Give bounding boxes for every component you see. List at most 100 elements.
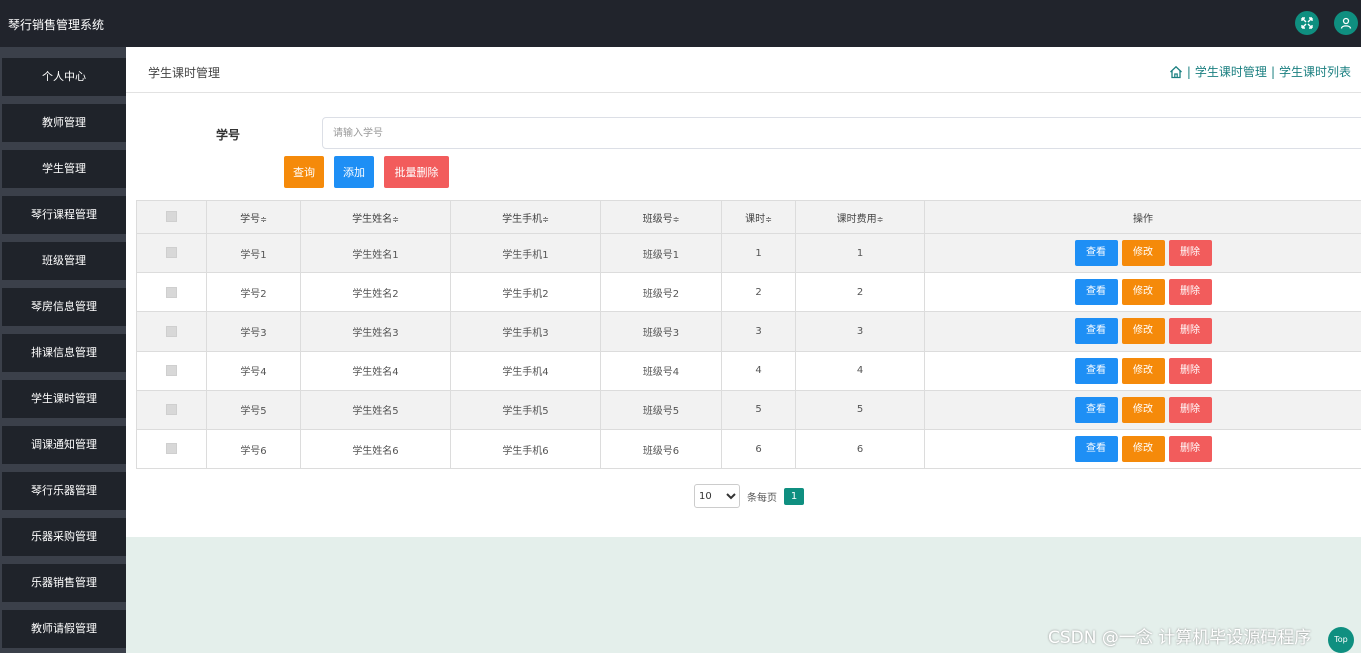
sort-icon[interactable]: ≑ (673, 215, 680, 224)
sidebar-item-purchase[interactable]: 乐器采购管理 (2, 518, 126, 556)
column-header-name[interactable]: 学生姓名≑ (300, 200, 451, 234)
main-content: 学生课时管理 | 学生课时管理 | 学生课时列表 学号 查询 添加 批量删除 学… (126, 47, 1361, 653)
cell-phone: 学生手机1 (450, 232, 601, 274)
cell-name: 学生姓名5 (300, 389, 451, 430)
cell-fee: 4 (795, 350, 925, 391)
select-all-checkbox[interactable] (166, 211, 177, 223)
row-checkbox[interactable] (166, 364, 177, 376)
table-header-row: 学号≑ 学生姓名≑ 学生手机≑ 班级号≑ 课时≑ 课时费用≑ 操作 (136, 200, 1361, 234)
student-no-search-input[interactable] (322, 117, 1361, 149)
select-all-cell (136, 200, 207, 234)
cell-name: 学生姓名2 (300, 272, 451, 313)
sidebar-item-course[interactable]: 琴行课程管理 (2, 196, 126, 234)
edit-button[interactable]: 修改 (1121, 436, 1165, 463)
sidebar-item-piano-room[interactable]: 琴房信息管理 (2, 288, 126, 326)
delete-button[interactable]: 删除 (1168, 357, 1212, 384)
delete-button[interactable]: 删除 (1168, 436, 1212, 463)
cell-name: 学生姓名3 (300, 311, 451, 352)
sidebar-item-student-hours[interactable]: 学生课时管理 (2, 380, 126, 418)
column-header-student-no[interactable]: 学号≑ (206, 200, 301, 234)
cell-student-no: 学号6 (206, 428, 301, 470)
column-header-fee[interactable]: 课时费用≑ (795, 200, 925, 234)
view-button[interactable]: 查看 (1074, 318, 1118, 345)
top-bar: 琴行销售管理系统 (0, 0, 1361, 47)
breadcrumb-separator: | (1270, 64, 1275, 79)
sidebar-item-schedule[interactable]: 排课信息管理 (2, 334, 126, 372)
cell-student-no: 学号2 (206, 272, 301, 313)
column-header-phone[interactable]: 学生手机≑ (450, 200, 601, 234)
pagination: 10 条每页 1 (694, 484, 804, 508)
cell-class-no: 班级号5 (600, 389, 722, 430)
sidebar-item-teacher[interactable]: 教师管理 (2, 104, 126, 142)
edit-button[interactable]: 修改 (1121, 279, 1165, 306)
cell-hours: 6 (721, 428, 796, 470)
sidebar-item-instrument[interactable]: 琴行乐器管理 (2, 472, 126, 510)
cell-student-no: 学号1 (206, 232, 301, 274)
cell-fee: 6 (795, 428, 925, 470)
watermark: CSDN @一念 计算机毕设源码程序 (1048, 628, 1312, 648)
sort-icon[interactable]: ≑ (542, 215, 549, 224)
edit-button[interactable]: 修改 (1121, 357, 1165, 384)
cell-operations: 查看 修改 删除 (924, 272, 1361, 313)
sidebar-item-student[interactable]: 学生管理 (2, 150, 126, 188)
page-size-select[interactable]: 10 (694, 484, 740, 508)
table-row: 学号3 学生姓名3 学生手机3 班级号3 3 3 查看 修改 删除 (136, 311, 1361, 352)
view-button[interactable]: 查看 (1074, 436, 1118, 463)
cell-student-no: 学号3 (206, 311, 301, 352)
edit-button[interactable]: 修改 (1121, 318, 1165, 345)
cell-hours: 3 (721, 311, 796, 352)
edit-button[interactable]: 修改 (1121, 396, 1165, 423)
cell-operations: 查看 修改 删除 (924, 389, 1361, 430)
cell-hours: 1 (721, 232, 796, 274)
search-button[interactable]: 查询 (284, 156, 324, 188)
view-button[interactable]: 查看 (1074, 240, 1118, 267)
cell-name: 学生姓名4 (300, 350, 451, 391)
edit-button[interactable]: 修改 (1121, 240, 1165, 267)
view-button[interactable]: 查看 (1074, 279, 1118, 306)
cell-student-no: 学号4 (206, 350, 301, 391)
delete-button[interactable]: 删除 (1168, 240, 1212, 267)
batch-delete-button[interactable]: 批量删除 (384, 156, 449, 188)
add-button[interactable]: 添加 (334, 156, 374, 188)
cell-phone: 学生手机6 (450, 428, 601, 470)
sidebar-item-reschedule-notice[interactable]: 调课通知管理 (2, 426, 126, 464)
user-icon[interactable] (1334, 11, 1358, 35)
sort-icon[interactable]: ≑ (765, 215, 772, 224)
cell-fee: 3 (795, 311, 925, 352)
sort-icon[interactable]: ≑ (260, 215, 267, 224)
back-to-top-button[interactable]: Top (1328, 627, 1354, 653)
row-checkbox[interactable] (166, 325, 177, 337)
table-row: 学号6 学生姓名6 学生手机6 班级号6 6 6 查看 修改 删除 (136, 428, 1361, 470)
cell-class-no: 班级号1 (600, 232, 722, 274)
breadcrumb-item-list: 学生课时列表 (1278, 65, 1351, 79)
delete-button[interactable]: 删除 (1168, 279, 1212, 306)
table-row: 学号1 学生姓名1 学生手机1 班级号1 1 1 查看 修改 删除 (136, 232, 1361, 274)
cell-hours: 4 (721, 350, 796, 391)
column-header-class-no[interactable]: 班级号≑ (600, 200, 722, 234)
delete-button[interactable]: 删除 (1168, 318, 1212, 345)
expand-icon[interactable] (1295, 11, 1319, 35)
cell-name: 学生姓名6 (300, 428, 451, 470)
cell-phone: 学生手机2 (450, 272, 601, 313)
home-icon[interactable] (1169, 65, 1183, 79)
sort-icon[interactable]: ≑ (877, 215, 884, 224)
row-checkbox[interactable] (166, 247, 177, 259)
row-checkbox[interactable] (166, 443, 177, 455)
sidebar-item-sales[interactable]: 乐器销售管理 (2, 564, 126, 602)
column-header-hours[interactable]: 课时≑ (721, 200, 796, 234)
sidebar-item-class[interactable]: 班级管理 (2, 242, 126, 280)
breadcrumb-item-management[interactable]: 学生课时管理 (1195, 63, 1267, 80)
cell-class-no: 班级号2 (600, 272, 722, 313)
cell-name: 学生姓名1 (300, 232, 451, 274)
view-button[interactable]: 查看 (1074, 357, 1118, 384)
page-number-current[interactable]: 1 (784, 487, 804, 505)
sort-icon[interactable]: ≑ (392, 215, 399, 224)
delete-button[interactable]: 删除 (1168, 396, 1212, 423)
row-checkbox[interactable] (166, 404, 177, 416)
row-checkbox[interactable] (166, 286, 177, 298)
cell-phone: 学生手机4 (450, 350, 601, 391)
sidebar-item-personal-center[interactable]: 个人中心 (2, 58, 126, 96)
view-button[interactable]: 查看 (1074, 396, 1118, 423)
sidebar: 个人中心 教师管理 学生管理 琴行课程管理 班级管理 琴房信息管理 排课信息管理… (0, 47, 126, 653)
sidebar-item-teacher-leave[interactable]: 教师请假管理 (2, 610, 126, 648)
